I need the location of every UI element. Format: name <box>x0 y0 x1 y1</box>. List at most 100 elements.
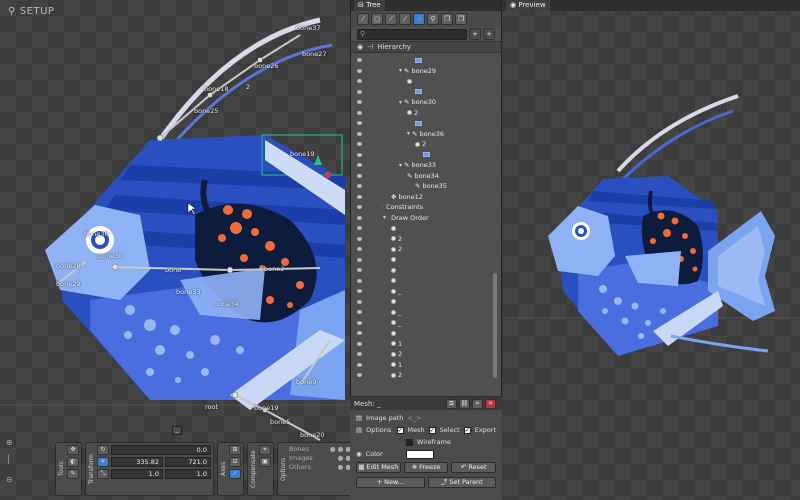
tree-row[interactable]: ⁄ Constraints <box>351 202 491 213</box>
zoom-out-icon[interactable]: ⊖ <box>6 475 15 484</box>
copy-icon[interactable]: ❐ <box>441 13 453 25</box>
visibility-eye-icon[interactable] <box>357 247 362 252</box>
scale-icon[interactable]: ⤡ <box>97 469 109 479</box>
visibility-eye-icon[interactable] <box>357 152 362 157</box>
rotate-field[interactable]: 0.0 <box>111 445 211 455</box>
select-checkbox[interactable]: ✓ <box>428 426 436 434</box>
visibility-eye-icon[interactable] <box>357 257 362 262</box>
tab-preview[interactable]: ◉ Preview <box>506 0 550 11</box>
visibility-eye-icon[interactable] <box>357 226 362 231</box>
visibility-icons[interactable]: ● ● <box>338 454 350 462</box>
image-path-field[interactable]: <_> <box>407 414 421 422</box>
visibility-eye-icon[interactable] <box>357 89 362 94</box>
tree-row[interactable]: ▾ ✎ bone30 <box>351 97 491 108</box>
compensate-images-icon[interactable]: ▣ <box>259 457 271 467</box>
rotate-icon[interactable]: ↻ <box>97 445 109 455</box>
compensate-bones-icon[interactable]: ⌖ <box>259 445 271 455</box>
bone-label[interactable]: bone18 <box>204 85 229 93</box>
bone-label[interactable]: bone5 <box>270 418 290 426</box>
bone-label[interactable]: bone20 <box>300 431 325 439</box>
hierarchy-header[interactable]: ◉ ⊣ Hierarchy <box>351 41 501 53</box>
new-button[interactable]: + New... <box>356 477 425 488</box>
tree-row[interactable]: ▾ ✎ bone36 <box>351 129 491 140</box>
tree-row[interactable]: 2 <box>351 349 491 360</box>
bone-label[interactable]: bone37 <box>296 24 321 32</box>
option-bones-row[interactable]: Bones ● ● ● <box>289 445 350 453</box>
scale-x-field[interactable]: 1.0 <box>111 469 163 479</box>
tree-row[interactable]: 2 <box>351 370 491 381</box>
tree-scrollbar[interactable] <box>493 273 497 378</box>
visibility-eye-icon[interactable] <box>357 173 362 178</box>
bone-label[interactable]: bone2 <box>264 265 284 273</box>
attachments-filter-icon[interactable]: ⁄ <box>385 13 397 25</box>
skeleton-canvas[interactable] <box>0 0 350 500</box>
freeze-button[interactable]: ❄ Freeze <box>403 462 449 473</box>
bone-label[interactable]: bone27 <box>302 50 327 58</box>
bone-label[interactable]: 2 <box>246 83 250 91</box>
expand-chevron-icon[interactable]: ▾ <box>399 162 402 169</box>
tree-row[interactable] <box>351 55 491 66</box>
tree-row[interactable] <box>351 223 491 234</box>
tree-row[interactable]: 1 <box>351 360 491 371</box>
visibility-eye-icon[interactable] <box>357 373 362 378</box>
visibility-eye-icon[interactable] <box>357 320 362 325</box>
zoom-icon[interactable]: ⊕ <box>6 438 15 447</box>
zoom-slider-icon[interactable]: │ <box>6 455 15 464</box>
tree-row[interactable]: ✥ bone12 <box>351 192 491 203</box>
option-images-row[interactable]: Images ● ● <box>289 454 350 462</box>
tree-row[interactable] <box>351 87 491 98</box>
world-axes-icon[interactable]: ✓ <box>229 469 241 479</box>
tree-row[interactable]: ▾ ✎ bone29 <box>351 66 491 77</box>
visibility-eye-icon[interactable] <box>357 131 362 136</box>
tree-row[interactable]: 2 <box>351 234 491 245</box>
visibility-eye-icon[interactable] <box>357 194 362 199</box>
editor-viewport[interactable]: ⚲ SETUP bone37 bone27 bone26 bone18 2 bo… <box>0 0 350 500</box>
tree-row[interactable]: 2 <box>351 108 491 119</box>
visibility-eye-icon[interactable] <box>357 341 362 346</box>
bone-label[interactable]: bone29 <box>56 280 81 288</box>
expand-all-icon[interactable]: + <box>469 28 481 40</box>
visibility-eye-icon[interactable] <box>357 68 362 73</box>
create-tool-icon[interactable]: ✎ <box>67 469 79 479</box>
visibility-eye-icon[interactable] <box>357 299 362 304</box>
visibility-eye-icon[interactable] <box>357 362 362 367</box>
bone-label[interactable]: bone19 <box>254 404 279 412</box>
visibility-eye-icon[interactable] <box>357 236 362 241</box>
tree-row[interactable] <box>351 276 491 287</box>
paste-icon[interactable]: ❐ <box>455 13 467 25</box>
delete-icon[interactable]: ✕ <box>485 398 496 409</box>
slots-filter-icon[interactable]: ○ <box>371 13 383 25</box>
bones-filter-icon[interactable]: ⁄ <box>357 13 369 25</box>
tree-row[interactable]: _ <box>351 318 491 329</box>
translate-icon[interactable]: ✛ <box>97 457 109 467</box>
preview-canvas[interactable] <box>503 11 800 500</box>
pose-tool-icon[interactable]: ✥ <box>67 445 79 455</box>
translate-y-field[interactable]: 721.0 <box>165 457 211 467</box>
split-icon[interactable]: ⌗ <box>472 398 483 409</box>
visibility-icons[interactable]: ● ● ● <box>330 445 350 453</box>
visibility-eye-icon[interactable] <box>357 58 362 63</box>
visibility-icons[interactable]: ● ● <box>338 463 350 471</box>
visibility-eye-icon[interactable] <box>357 79 362 84</box>
tree-row[interactable]: ▾ ⁄ Draw Order <box>351 213 491 224</box>
bone-label[interactable]: bone <box>165 266 181 274</box>
set-parent-button[interactable]: ⤴ Set Parent <box>427 477 496 488</box>
expand-chevron-icon[interactable]: ▾ <box>399 67 402 74</box>
visibility-eye-icon[interactable] <box>357 205 362 210</box>
mesh-filter-icon[interactable]: ⁘ <box>413 13 425 25</box>
tree-row[interactable] <box>351 265 491 276</box>
constraints-filter-icon[interactable]: ⁄ <box>399 13 411 25</box>
bone-label[interactable]: bone25 <box>194 107 219 115</box>
mesh-checkbox[interactable]: ✓ <box>396 426 404 434</box>
export-checkbox[interactable]: ✓ <box>463 426 471 434</box>
scale-y-field[interactable]: 1.0 <box>165 469 211 479</box>
bone-label[interactable]: root <box>205 403 218 411</box>
weights-tool-icon[interactable]: ◐ <box>67 457 79 467</box>
find-icon[interactable]: ⚲ <box>427 13 439 25</box>
visibility-eye-icon[interactable] <box>357 163 362 168</box>
preview-panel[interactable]: ◉ Preview <box>503 0 800 500</box>
tree-row[interactable] <box>351 297 491 308</box>
tree-row[interactable]: 1 <box>351 339 491 350</box>
bone-label[interactable]: bone19 <box>290 150 315 158</box>
expand-chevron-icon[interactable]: ▾ <box>383 214 386 221</box>
